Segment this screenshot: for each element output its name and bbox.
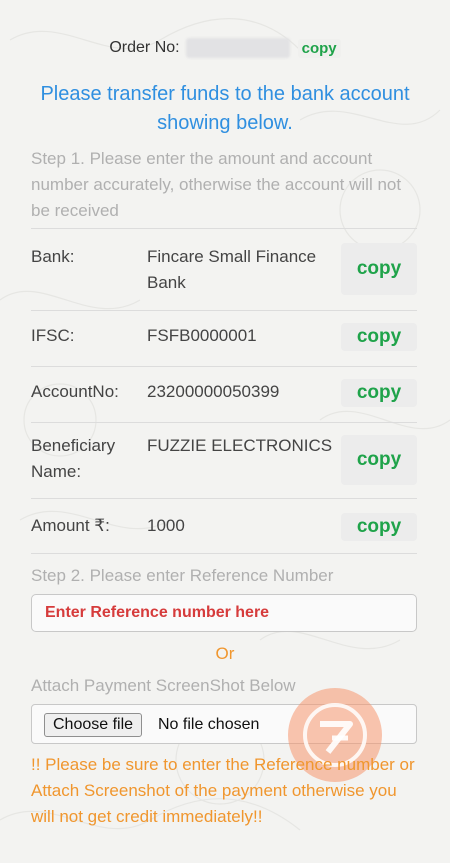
account-value: 23200000050399 — [147, 382, 280, 401]
detail-row-beneficiary: Beneficiary Name: FUZZIE ELECTRONICS cop… — [31, 422, 417, 498]
transfer-notice: Please transfer funds to the bank accoun… — [40, 83, 410, 134]
detail-row-account: AccountNo: 23200000050399 copy — [31, 366, 417, 422]
bank-label: Bank: — [31, 247, 75, 266]
order-number-masked-value — [185, 38, 290, 58]
file-status-text: No file chosen — [158, 716, 260, 733]
attach-screenshot-label: Attach Payment ScreenShot Below — [31, 676, 296, 695]
bank-value: Fincare Small Finance Bank — [147, 247, 317, 292]
beneficiary-label: Beneficiary Name: — [31, 436, 116, 481]
account-label: AccountNo: — [31, 382, 119, 401]
copy-account-button[interactable]: copy — [341, 379, 417, 407]
detail-row-ifsc: IFSC: FSFB0000001 copy — [31, 310, 417, 366]
order-number-label: Order No: — [109, 39, 180, 57]
step1-instructions: Step 1. Please enter the amount and acco… — [31, 149, 402, 220]
warning-message: !! Please be sure to enter the Reference… — [31, 755, 415, 826]
beneficiary-value: FUZZIE ELECTRONICS — [147, 436, 333, 455]
copy-bank-button[interactable]: copy — [341, 243, 417, 295]
copy-amount-button[interactable]: copy — [341, 513, 417, 541]
or-separator: Or — [215, 644, 235, 663]
ifsc-value: FSFB0000001 — [147, 326, 257, 345]
amount-label: Amount ₹: — [31, 516, 110, 535]
step2-instructions: Step 2. Please enter Reference Number — [31, 566, 334, 585]
copy-ifsc-button[interactable]: copy — [341, 323, 417, 351]
reference-number-input[interactable] — [31, 594, 417, 632]
ifsc-label: IFSC: — [31, 326, 75, 345]
amount-value: 1000 — [147, 516, 185, 535]
payment-page: Order No: copy Please transfer funds to t… — [0, 0, 450, 863]
copy-beneficiary-button[interactable]: copy — [341, 435, 417, 485]
choose-file-button[interactable]: Choose file — [44, 713, 143, 737]
order-number-row: Order No: copy — [0, 38, 450, 58]
detail-row-bank: Bank: Fincare Small Finance Bank copy — [31, 228, 417, 310]
order-copy-button[interactable]: copy — [297, 38, 341, 58]
detail-row-amount: Amount ₹: 1000 copy — [31, 498, 417, 554]
